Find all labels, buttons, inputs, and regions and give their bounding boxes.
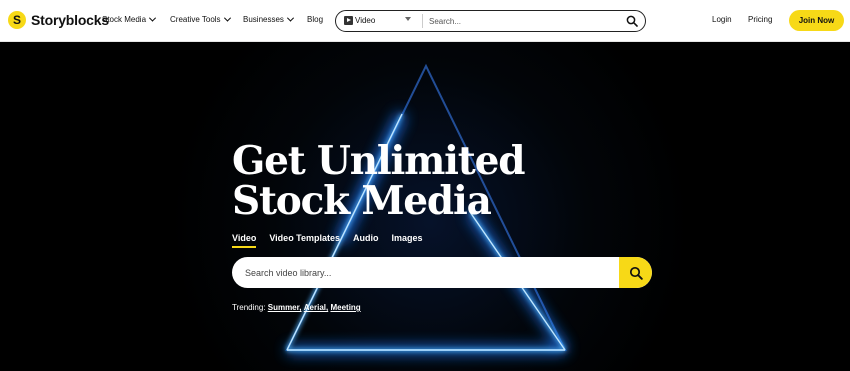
search-divider (422, 14, 423, 28)
trending-searches: Trending: Summer, Aerial, Meeting (232, 303, 361, 312)
nav-creative-tools[interactable]: Creative Tools (170, 14, 231, 24)
logo-text: Storyblocks (31, 12, 109, 28)
storyblocks-logo[interactable]: S Storyblocks (8, 11, 109, 29)
search-icon[interactable] (626, 15, 638, 27)
trending-link-aerial[interactable]: Aerial, (304, 303, 328, 312)
chevron-down-icon (286, 14, 294, 22)
header-search-bar: Video (335, 10, 646, 32)
trending-label: Trending: (232, 303, 266, 312)
pricing-link[interactable]: Pricing (748, 15, 772, 24)
hero-search-bar (232, 257, 652, 288)
header-search-input[interactable] (429, 14, 614, 28)
hero-search-button[interactable] (619, 257, 652, 288)
chevron-down-icon (223, 14, 231, 22)
tab-images[interactable]: Images (392, 233, 423, 248)
nav-stock-media[interactable]: Stock Media (102, 14, 157, 24)
media-type-value: Video (355, 16, 376, 25)
headline-line-2: Stock Media (232, 178, 492, 224)
tab-audio[interactable]: Audio (353, 233, 379, 248)
search-icon (629, 266, 643, 280)
nav-blog[interactable]: Blog (307, 15, 323, 24)
hero-section: Get Unlimited Stock Media Video Video Te… (0, 42, 850, 371)
caret-down-icon[interactable] (405, 17, 411, 21)
nav-creative-tools-label: Creative Tools (170, 15, 221, 24)
tab-video[interactable]: Video (232, 233, 257, 248)
join-now-button[interactable]: Join Now (789, 10, 844, 31)
nav-stock-media-label: Stock Media (102, 15, 147, 24)
hero-headline: Get Unlimited Stock Media (232, 138, 525, 224)
nav-businesses-label: Businesses (243, 15, 284, 24)
nav-blog-label: Blog (307, 15, 324, 24)
hero-search-input[interactable] (245, 265, 615, 280)
tab-video-templates[interactable]: Video Templates (269, 233, 340, 248)
headline-line-1: Get Unlimited (232, 138, 525, 184)
trending-link-meeting[interactable]: Meeting (330, 303, 360, 312)
media-tabs: Video Video Templates Audio Images (232, 233, 423, 248)
nav-businesses[interactable]: Businesses (243, 14, 294, 24)
media-type-select[interactable]: Video (344, 16, 375, 25)
chevron-down-icon (148, 14, 157, 22)
top-nav-bar: S Storyblocks Stock Media Creative Tools… (0, 0, 850, 42)
login-link[interactable]: Login (712, 15, 732, 24)
logo-mark-icon: S (8, 11, 26, 29)
trending-link-summer[interactable]: Summer, (268, 303, 302, 312)
video-play-icon (344, 16, 353, 25)
